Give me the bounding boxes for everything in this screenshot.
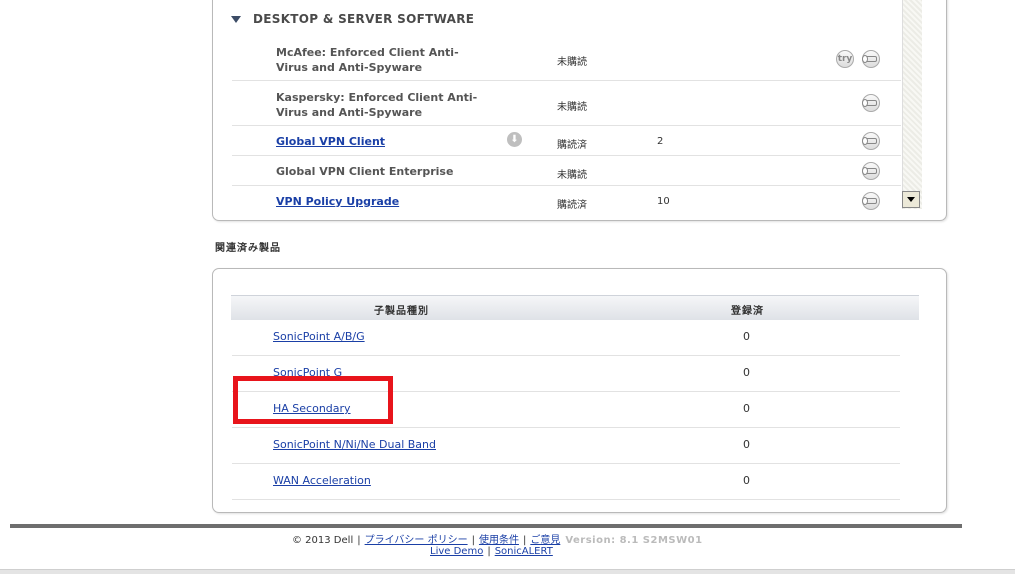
separator: |: [357, 535, 361, 546]
table-row: WAN Acceleration 0: [232, 464, 900, 500]
key-icon: [862, 55, 877, 63]
software-link[interactable]: VPN Policy Upgrade: [276, 195, 399, 208]
privacy-link[interactable]: プライバシー ポリシー: [365, 535, 468, 546]
column-header-registered: 登録済: [731, 306, 764, 317]
software-status: 未購読: [557, 102, 587, 113]
registered-count: 0: [743, 474, 750, 487]
table-header: 子製品種別 登録済: [231, 295, 919, 320]
registered-count: 0: [743, 366, 750, 379]
software-name: Kaspersky: Enforced Client Anti-Virus an…: [276, 91, 478, 119]
software-link[interactable]: Global VPN Client: [276, 135, 385, 148]
software-status: 未購読: [557, 57, 587, 68]
registered-count: 0: [743, 330, 750, 343]
try-button[interactable]: try: [836, 50, 854, 68]
key-button[interactable]: [862, 162, 880, 180]
table-row: SonicPoint A/B/G 0: [232, 320, 900, 356]
software-row: VPN Policy Upgrade 購読済 10: [232, 186, 901, 216]
key-icon: [862, 99, 877, 107]
software-name: Global VPN Client Enterprise: [276, 165, 454, 178]
separator: |: [471, 535, 475, 546]
product-link[interactable]: WAN Acceleration: [273, 474, 371, 487]
key-button[interactable]: [862, 50, 880, 68]
highlight-box: [233, 376, 393, 424]
live-demo-link[interactable]: Live Demo: [430, 546, 483, 557]
software-name-cell: Global VPN Client: [276, 134, 486, 149]
copyright: © 2013 Dell: [292, 535, 354, 546]
registered-count: 0: [743, 402, 750, 415]
section-header[interactable]: DESKTOP & SERVER SOFTWARE: [231, 11, 474, 27]
window-bottom-bar: [0, 569, 1015, 574]
terms-link[interactable]: 使用条件: [479, 535, 519, 546]
software-panel: DESKTOP & SERVER SOFTWARE McAfee: Enforc…: [212, 0, 947, 221]
software-status: 購読済: [557, 140, 587, 151]
table-row: SonicPoint N/Ni/Ne Dual Band 0: [232, 428, 900, 464]
key-icon: [862, 197, 877, 205]
collapse-triangle-icon[interactable]: [231, 15, 241, 23]
software-status: 未購読: [557, 170, 587, 181]
section-title: DESKTOP & SERVER SOFTWARE: [253, 12, 475, 26]
footer-divider: [10, 524, 962, 528]
software-name: McAfee: Enforced Client Anti-Virus and A…: [276, 46, 459, 74]
feedback-link[interactable]: ご意見: [530, 535, 560, 546]
scrollbar-track[interactable]: [902, 0, 922, 209]
key-icon: [862, 137, 877, 145]
scroll-down-button[interactable]: [902, 191, 920, 208]
software-count: 10: [657, 196, 670, 207]
software-row: McAfee: Enforced Client Anti-Virus and A…: [232, 41, 901, 81]
software-count: 2: [657, 136, 664, 147]
version-text: Version: 8.1 S2MSW01: [565, 535, 703, 546]
product-link[interactable]: SonicPoint N/Ni/Ne Dual Band: [273, 438, 436, 451]
product-link[interactable]: SonicPoint A/B/G: [273, 330, 365, 343]
software-row: Kaspersky: Enforced Client Anti-Virus an…: [232, 81, 901, 126]
software-name-cell: VPN Policy Upgrade: [276, 194, 486, 209]
software-row: Global VPN Client Enterprise 未購読: [232, 156, 901, 186]
key-icon: [862, 167, 877, 175]
column-header-type: 子製品種別: [374, 306, 429, 317]
linked-products-title: 関連済み製品: [215, 243, 281, 254]
separator: |: [487, 546, 491, 557]
software-row: Global VPN Client ⬇ 購読済 2: [232, 126, 901, 156]
separator: |: [522, 535, 527, 546]
arrow-down-icon: [907, 197, 915, 202]
software-status: 購読済: [557, 200, 587, 211]
key-button[interactable]: [862, 132, 880, 150]
download-icon[interactable]: ⬇: [507, 132, 522, 147]
key-button[interactable]: [862, 192, 880, 210]
footer-links-row: © 2013 Dell | プライバシー ポリシー | 使用条件 | ご意見 Version:…: [292, 531, 703, 546]
key-button[interactable]: [862, 94, 880, 112]
registered-count: 0: [743, 438, 750, 451]
sonicalert-link[interactable]: SonicALERT: [495, 546, 553, 557]
footer-links-row-2: Live Demo | SonicALERT: [430, 546, 553, 557]
